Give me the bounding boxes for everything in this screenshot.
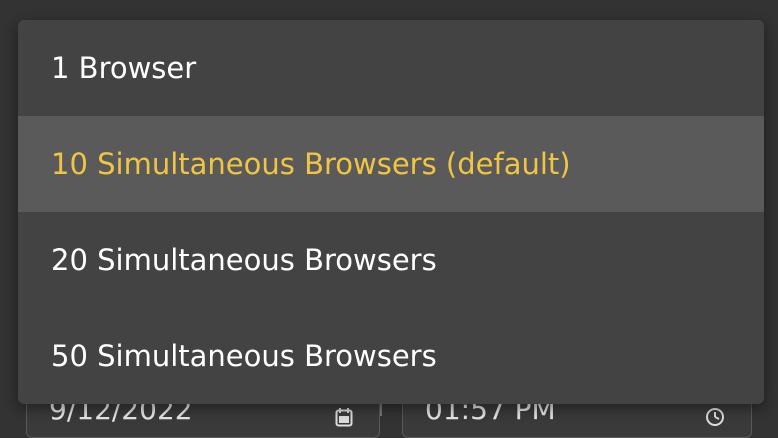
browser-count-dropdown: 1 Browser 10 Simultaneous Browsers (defa… bbox=[18, 20, 764, 404]
option-10-browsers[interactable]: 10 Simultaneous Browsers (default) bbox=[18, 116, 764, 212]
clock-icon[interactable] bbox=[705, 401, 724, 426]
option-1-browser[interactable]: 1 Browser bbox=[18, 20, 764, 116]
calendar-icon[interactable] bbox=[335, 401, 353, 427]
option-50-browsers[interactable]: 50 Simultaneous Browsers bbox=[18, 308, 764, 404]
option-20-browsers[interactable]: 20 Simultaneous Browsers bbox=[18, 212, 764, 308]
